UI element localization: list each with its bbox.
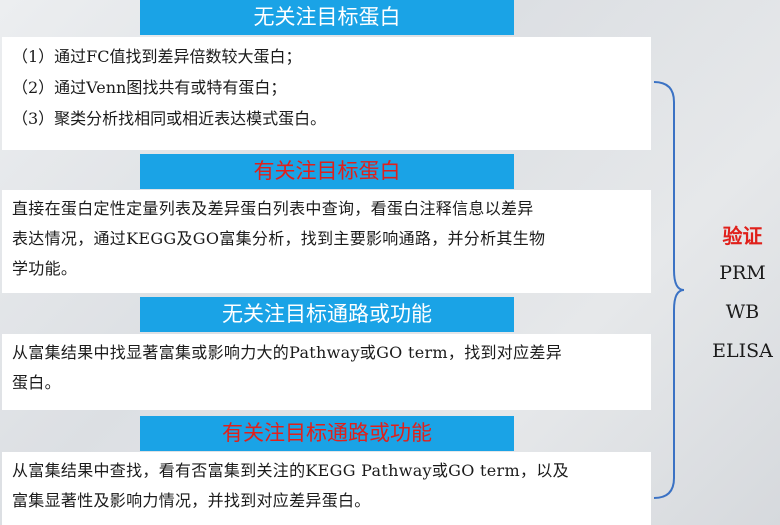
section-box-3: 从富集结果中找显著富集或影响力大的Pathway或GO term，找到对应差异 … bbox=[2, 334, 651, 410]
text-line: 富集显著性及影响力情况，并找到对应差异蛋白。 bbox=[12, 491, 371, 510]
list-item: （1）通过FC值找到差异倍数较大蛋白； bbox=[12, 47, 302, 66]
section-box-2: 直接在蛋白定性定量列表及差异蛋白列表中查询，看蛋白注释信息以差异 表达情况，通过… bbox=[2, 190, 651, 293]
section-box-1: （1）通过FC值找到差异倍数较大蛋白； （2）通过Venn图找共有或特有蛋白； … bbox=[2, 37, 651, 150]
method-item: ELISA bbox=[712, 340, 773, 362]
verify-label: 验证 bbox=[722, 224, 763, 248]
section-header-4: 有关注目标通路或功能 bbox=[140, 416, 514, 451]
method-item: WB bbox=[725, 301, 760, 323]
text-line: 表达情况，通过KEGG及GO富集分析，找到主要影响通路，并分析其生物 bbox=[12, 229, 546, 248]
section-title-4: 有关注目标通路或功能 bbox=[222, 421, 432, 445]
section-header-1: 无关注目标蛋白 bbox=[140, 0, 514, 35]
text-line: 从富集结果中找显著富集或影响力大的Pathway或GO term，找到对应差异 bbox=[12, 343, 562, 362]
section-header-2: 有关注目标蛋白 bbox=[140, 154, 514, 189]
section-title-3: 无关注目标通路或功能 bbox=[222, 302, 432, 326]
section-box-4: 从富集结果中查找，看有否富集到关注的KEGG Pathway或GO term，以… bbox=[2, 452, 651, 525]
curly-brace bbox=[653, 81, 685, 499]
method-item: PRM bbox=[719, 262, 766, 284]
text-line: 从富集结果中查找，看有否富集到关注的KEGG Pathway或GO term，以… bbox=[12, 461, 569, 480]
text-line: 直接在蛋白定性定量列表及差异蛋白列表中查询，看蛋白注释信息以差异 bbox=[12, 199, 534, 218]
text-line: 蛋白。 bbox=[12, 373, 61, 392]
list-item: （2）通过Venn图找共有或特有蛋白； bbox=[12, 78, 287, 97]
text-line: 学功能。 bbox=[12, 259, 78, 278]
list-item: （3）聚类分析找相同或相近表达模式蛋白。 bbox=[12, 109, 327, 128]
section-title-2: 有关注目标蛋白 bbox=[253, 159, 401, 183]
section-title-1: 无关注目标蛋白 bbox=[253, 5, 401, 29]
section-header-3: 无关注目标通路或功能 bbox=[140, 297, 514, 332]
